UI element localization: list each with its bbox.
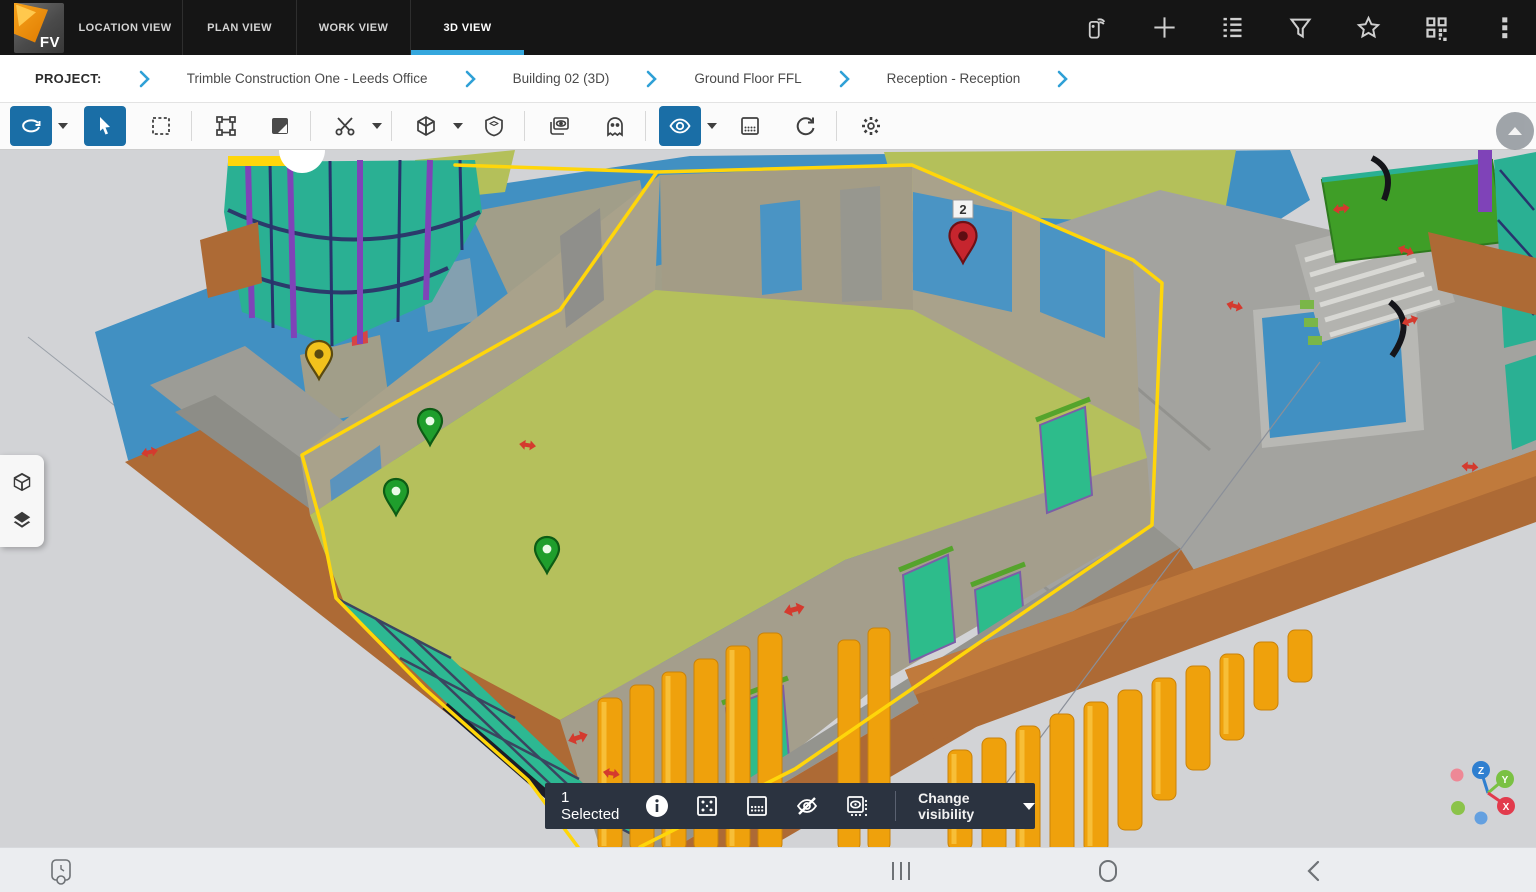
- ghost-mode-button[interactable]: [594, 106, 636, 146]
- selection-bar-separator: [895, 791, 896, 821]
- breadcrumb-item-project[interactable]: Trimble Construction One - Leeds Office: [187, 71, 428, 86]
- toolbar-separator: [524, 111, 525, 141]
- info-icon[interactable]: [645, 794, 669, 818]
- cube-view-button[interactable]: [405, 106, 447, 146]
- shaded-view-button[interactable]: [259, 106, 301, 146]
- show-eye-dropdown-caret[interactable]: [707, 123, 717, 129]
- chevron-right-icon: [838, 70, 851, 88]
- fit-view-icon[interactable]: [695, 794, 719, 818]
- tab-label: LOCATION VIEW: [79, 22, 172, 34]
- marquee-select-button[interactable]: [140, 106, 182, 146]
- breadcrumb-item-room[interactable]: Reception - Reception: [887, 71, 1021, 86]
- recents-button[interactable]: [888, 859, 914, 883]
- screen-recorder-icon[interactable]: [48, 858, 74, 886]
- clash-shield-button[interactable]: [473, 106, 515, 146]
- orbit-button[interactable]: [10, 106, 52, 146]
- chevron-right-icon: [138, 70, 151, 88]
- select-cursor-button[interactable]: [84, 106, 126, 146]
- home-button[interactable]: [1096, 858, 1120, 884]
- cut-section-dropdown-caret[interactable]: [372, 123, 382, 129]
- tab-label: PLAN VIEW: [207, 22, 272, 34]
- tab-plan-view[interactable]: PLAN VIEW: [182, 0, 296, 55]
- breadcrumb-prefix: PROJECT:: [35, 71, 102, 86]
- toolbar-separator: [391, 111, 392, 141]
- add-icon[interactable]: [1151, 14, 1178, 41]
- change-visibility-button[interactable]: Change visibility: [918, 790, 1007, 822]
- tab-label: 3D VIEW: [443, 22, 491, 34]
- remote-connect-icon[interactable]: [1083, 14, 1110, 41]
- chevron-right-icon: [464, 70, 477, 88]
- tab-label: WORK VIEW: [319, 22, 389, 34]
- selection-bar: 1 Selected Change visibility: [545, 783, 1035, 829]
- refresh-button[interactable]: [785, 106, 827, 146]
- hide-icon[interactable]: [795, 794, 819, 818]
- pin-badge-count: 2: [959, 202, 966, 217]
- 3d-model-canvas[interactable]: 2 Z Y X: [0, 150, 1536, 847]
- app-bar: FV LOCATION VIEW PLAN VIEW WORK VIEW 3D …: [0, 0, 1536, 55]
- system-nav-bar: [0, 847, 1536, 892]
- orbit-dropdown-caret[interactable]: [58, 123, 68, 129]
- layers-icon[interactable]: [11, 509, 33, 531]
- view-tabs: LOCATION VIEW PLAN VIEW WORK VIEW 3D VIE…: [68, 0, 524, 55]
- breadcrumb-item-floor[interactable]: Ground Floor FFL: [694, 71, 801, 86]
- logo-text: FV: [40, 34, 60, 51]
- app-screen: FV LOCATION VIEW PLAN VIEW WORK VIEW 3D …: [0, 0, 1536, 892]
- chevron-right-icon: [1056, 70, 1069, 88]
- filter-icon[interactable]: [1287, 14, 1314, 41]
- breadcrumb-item-building[interactable]: Building 02 (3D): [513, 71, 610, 86]
- layers-visibility-button[interactable]: [538, 106, 580, 146]
- chevron-right-icon: [645, 70, 658, 88]
- axis-label-z: Z: [1478, 766, 1484, 777]
- toolbar-separator: [645, 111, 646, 141]
- toolbar-separator: [310, 111, 311, 141]
- model-cube-icon[interactable]: [11, 471, 33, 493]
- grid-icon[interactable]: [745, 794, 769, 818]
- collapse-toolbar-button[interactable]: [1496, 112, 1534, 150]
- show-eye-button[interactable]: [659, 106, 701, 146]
- chevron-up-icon: [1508, 127, 1522, 135]
- cut-section-button[interactable]: [324, 106, 366, 146]
- list-icon[interactable]: [1219, 14, 1246, 41]
- transform-button[interactable]: [205, 106, 247, 146]
- tab-work-view[interactable]: WORK VIEW: [296, 0, 410, 55]
- overflow-menu-icon[interactable]: [1491, 14, 1518, 41]
- cube-view-dropdown-caret[interactable]: [453, 123, 463, 129]
- axis-label-x: X: [1503, 802, 1510, 813]
- selection-count: 1 Selected: [561, 789, 619, 823]
- tab-3d-view[interactable]: 3D VIEW: [410, 0, 524, 55]
- model-tools-panel: [0, 455, 44, 547]
- isolate-icon[interactable]: [845, 794, 869, 818]
- toolbar-separator: [836, 111, 837, 141]
- settings-gear-button[interactable]: [850, 106, 892, 146]
- viewer-toolbar: [0, 103, 1536, 150]
- qr-scan-icon[interactable]: [1423, 14, 1450, 41]
- app-logo[interactable]: FV: [14, 3, 64, 53]
- viewport: 2 Z Y X: [0, 150, 1536, 847]
- back-button[interactable]: [1303, 859, 1325, 883]
- app-bar-actions: [1083, 14, 1518, 41]
- tab-location-view[interactable]: LOCATION VIEW: [68, 0, 182, 55]
- axis-label-y: Y: [1502, 775, 1509, 786]
- toolbar-separator: [191, 111, 192, 141]
- chevron-down-icon[interactable]: [1023, 803, 1035, 810]
- render-grid-button[interactable]: [729, 106, 771, 146]
- breadcrumb: PROJECT: Trimble Construction One - Leed…: [0, 55, 1536, 103]
- favorite-icon[interactable]: [1355, 14, 1382, 41]
